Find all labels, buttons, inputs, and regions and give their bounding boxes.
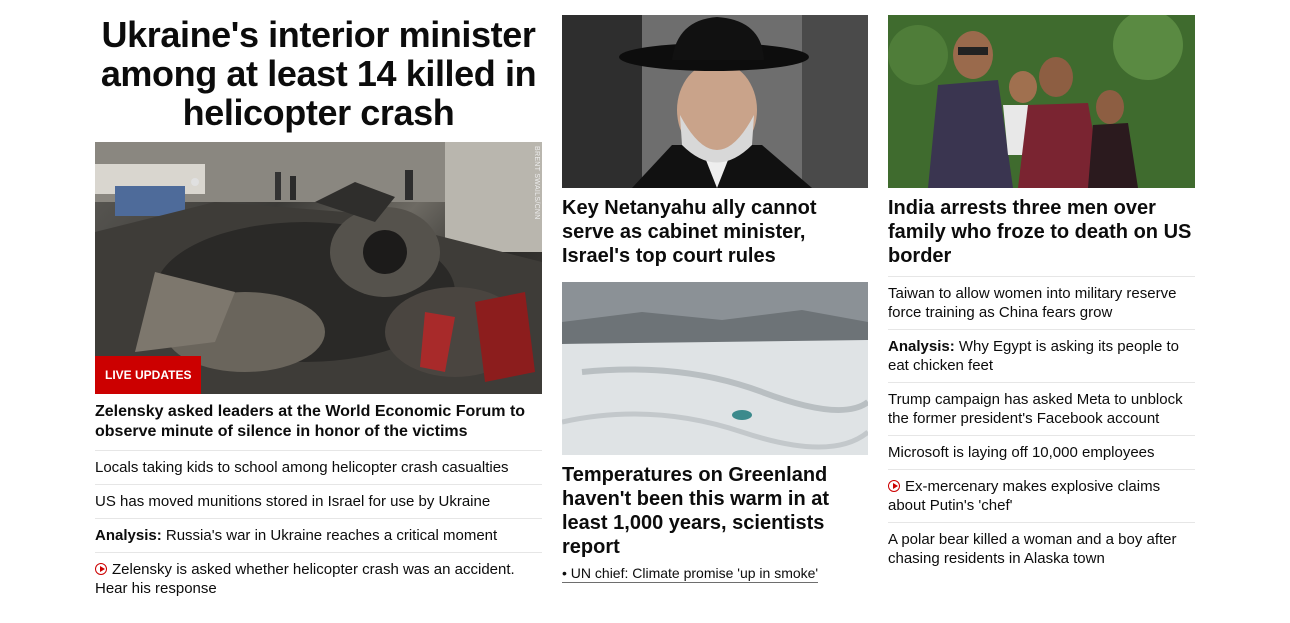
helicopter-crash-photo[interactable]: BRENT SWAILS/CNN LIVE UPDATES <box>95 142 542 394</box>
main-headline-link[interactable]: Ukraine's interior minister among at lea… <box>101 14 537 133</box>
lead-story-link[interactable]: Zelensky asked leaders at the World Econ… <box>95 402 542 451</box>
india-story-headline[interactable]: India arrests three men over family who … <box>888 196 1195 277</box>
list-item-text[interactable]: Trump campaign has asked Meta to unblock… <box>888 391 1183 427</box>
list-item[interactable]: Microsoft is laying off 10,000 employees <box>888 436 1195 470</box>
netanyahu-story-link[interactable]: Key Netanyahu ally cannot serve as cabin… <box>562 197 817 267</box>
main-story-column: Ukraine's interior minister among at lea… <box>95 15 542 605</box>
list-item[interactable]: Analysis: Why Egypt is asking its people… <box>888 330 1195 383</box>
list-item-text[interactable]: Locals taking kids to school among helic… <box>95 459 509 476</box>
middle-column: Key Netanyahu ally cannot serve as cabin… <box>562 15 868 583</box>
lead-story-text[interactable]: Zelensky asked leaders at the World Econ… <box>95 403 525 440</box>
play-video-icon <box>95 563 107 575</box>
greenland-story-link[interactable]: Temperatures on Greenland haven't been t… <box>562 464 829 558</box>
greenland-photo[interactable] <box>562 282 868 455</box>
list-item-text[interactable]: A polar bear killed a woman and a boy af… <box>888 531 1177 567</box>
left-story-list: Locals taking kids to school among helic… <box>95 451 542 605</box>
family-image <box>888 15 1195 188</box>
photo-credit: BRENT SWAILS/CNN <box>533 146 540 220</box>
main-headline[interactable]: Ukraine's interior minister among at lea… <box>95 15 542 132</box>
list-item[interactable]: Locals taking kids to school among helic… <box>95 451 542 485</box>
list-item[interactable]: A polar bear killed a woman and a boy af… <box>888 523 1195 575</box>
list-item[interactable]: Trump campaign has asked Meta to unblock… <box>888 383 1195 436</box>
list-item-text[interactable]: Taiwan to allow women into military rese… <box>888 285 1176 321</box>
list-item[interactable]: US has moved munitions stored in Israel … <box>95 485 542 519</box>
portrait-image <box>562 15 868 188</box>
list-item[interactable]: Zelensky is asked whether helicopter cra… <box>95 553 542 605</box>
list-item-text[interactable]: Russia's war in Ukraine reaches a critic… <box>166 527 497 544</box>
list-item[interactable]: Analysis: Russia's war in Ukraine reache… <box>95 519 542 553</box>
india-story-link[interactable]: India arrests three men over family who … <box>888 197 1191 267</box>
right-column: India arrests three men over family who … <box>888 15 1195 575</box>
analysis-label: Analysis: <box>95 527 162 544</box>
analysis-label: Analysis: <box>888 338 955 355</box>
play-video-icon <box>888 480 900 492</box>
greenland-story-headline[interactable]: Temperatures on Greenland haven't been t… <box>562 463 868 559</box>
family-photo[interactable] <box>888 15 1195 188</box>
list-item-text[interactable]: Zelensky is asked whether helicopter cra… <box>95 561 515 597</box>
list-item[interactable]: Taiwan to allow women into military rese… <box>888 277 1195 330</box>
list-item-text[interactable]: US has moved munitions stored in Israel … <box>95 493 490 510</box>
live-updates-badge[interactable]: LIVE UPDATES <box>95 356 202 394</box>
netanyahu-ally-photo[interactable] <box>562 15 868 188</box>
list-item[interactable]: Ex-mercenary makes explosive claims abou… <box>888 470 1195 523</box>
right-story-list: Taiwan to allow women into military rese… <box>888 277 1195 575</box>
un-chief-link[interactable]: • UN chief: Climate promise 'up in smoke… <box>562 565 819 583</box>
greenland-image <box>562 282 868 455</box>
list-item-text[interactable]: Ex-mercenary makes explosive claims abou… <box>888 478 1160 514</box>
netanyahu-story-headline[interactable]: Key Netanyahu ally cannot serve as cabin… <box>562 196 868 268</box>
list-item-text[interactable]: Microsoft is laying off 10,000 employees <box>888 444 1155 461</box>
